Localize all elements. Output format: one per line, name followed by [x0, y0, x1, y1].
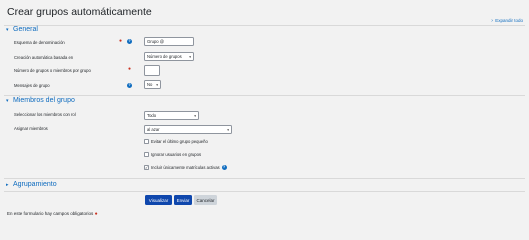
ignore-in-groups-label: Ignorar usuarios en grupos	[151, 152, 202, 157]
section-general-toggle[interactable]: ▾ General	[6, 26, 38, 33]
auto-create-label: Creación automática basada en	[14, 55, 74, 60]
messaging-value: No	[147, 82, 153, 87]
help-icon[interactable]: ?	[127, 39, 132, 44]
required-icon: ●	[119, 38, 123, 44]
allocate-label: Asignar miembros	[14, 126, 48, 131]
section-grouping-toggle[interactable]: ▸ Agrupamiento	[6, 181, 57, 188]
messaging-label: Mensajes de grupo	[14, 83, 50, 88]
ignore-in-groups-checkbox[interactable]	[144, 152, 149, 157]
avoid-small-last-checkbox[interactable]	[144, 139, 149, 144]
divider	[4, 95, 525, 96]
allocate-select[interactable]: al azar ▾	[144, 125, 232, 134]
role-select-label: Seleccionar los miembros con rol	[14, 112, 76, 117]
cancel-button[interactable]: Cancelar	[194, 195, 217, 205]
group-count-label: Número de grupos o miembros por grupo	[14, 68, 91, 73]
caret-down-icon: ▾	[6, 27, 9, 33]
auto-create-value: Número de grupos	[147, 54, 182, 59]
dropdown-arrow-icon: ▾	[156, 82, 158, 87]
section-general-heading: General	[13, 26, 38, 33]
divider	[4, 25, 525, 26]
preview-button[interactable]: Visualizar	[145, 195, 172, 205]
divider	[4, 191, 525, 192]
group-count-input[interactable]	[144, 65, 160, 76]
required-fields-note: En este formulario hay campos obligatori…	[7, 211, 98, 217]
dropdown-arrow-icon: ▾	[189, 54, 191, 59]
expand-all-link[interactable]: › Expandir todo	[491, 18, 523, 24]
required-fields-text: En este formulario hay campos obligatori…	[7, 211, 94, 216]
help-icon[interactable]: ?	[221, 165, 227, 170]
required-icon: ●	[94, 211, 98, 217]
active-only-option[interactable]: ✓ Incluir únicamente matrículas activas …	[144, 165, 227, 170]
role-select[interactable]: Todo ▾	[144, 111, 199, 120]
section-members-toggle[interactable]: ▾ Miembros del grupo	[6, 97, 75, 104]
expand-all-label: Expandir todo	[495, 18, 523, 23]
allocate-value: al azar	[147, 127, 160, 132]
page-title: Crear grupos automáticamente	[7, 6, 152, 18]
chevron-right-icon: ›	[491, 18, 493, 24]
avoid-small-last-option[interactable]: Evitar el último grupo pequeño	[144, 139, 208, 144]
active-only-label: Incluir únicamente matrículas activas	[151, 165, 220, 170]
caret-right-icon: ▸	[6, 182, 9, 188]
naming-scheme-input[interactable]: Grupo @	[144, 37, 194, 46]
dropdown-arrow-icon: ▾	[227, 127, 229, 132]
section-grouping-heading: Agrupamiento	[13, 181, 57, 188]
divider	[4, 178, 525, 179]
dropdown-arrow-icon: ▾	[194, 113, 196, 118]
naming-scheme-label: Esquema de denominación	[14, 40, 65, 45]
ignore-in-groups-option[interactable]: Ignorar usuarios en grupos	[144, 152, 201, 157]
help-icon[interactable]: ?	[127, 83, 132, 88]
messaging-select[interactable]: No ▾	[144, 80, 161, 89]
required-icon: ●	[128, 66, 132, 72]
caret-down-icon: ▾	[6, 98, 9, 104]
role-select-value: Todo	[147, 113, 157, 118]
active-only-checkbox[interactable]: ✓	[144, 165, 149, 170]
avoid-small-last-label: Evitar el último grupo pequeño	[151, 139, 208, 144]
submit-button[interactable]: Enviar	[174, 195, 192, 205]
auto-create-select[interactable]: Número de grupos ▾	[144, 52, 194, 61]
section-members-heading: Miembros del grupo	[13, 97, 75, 104]
